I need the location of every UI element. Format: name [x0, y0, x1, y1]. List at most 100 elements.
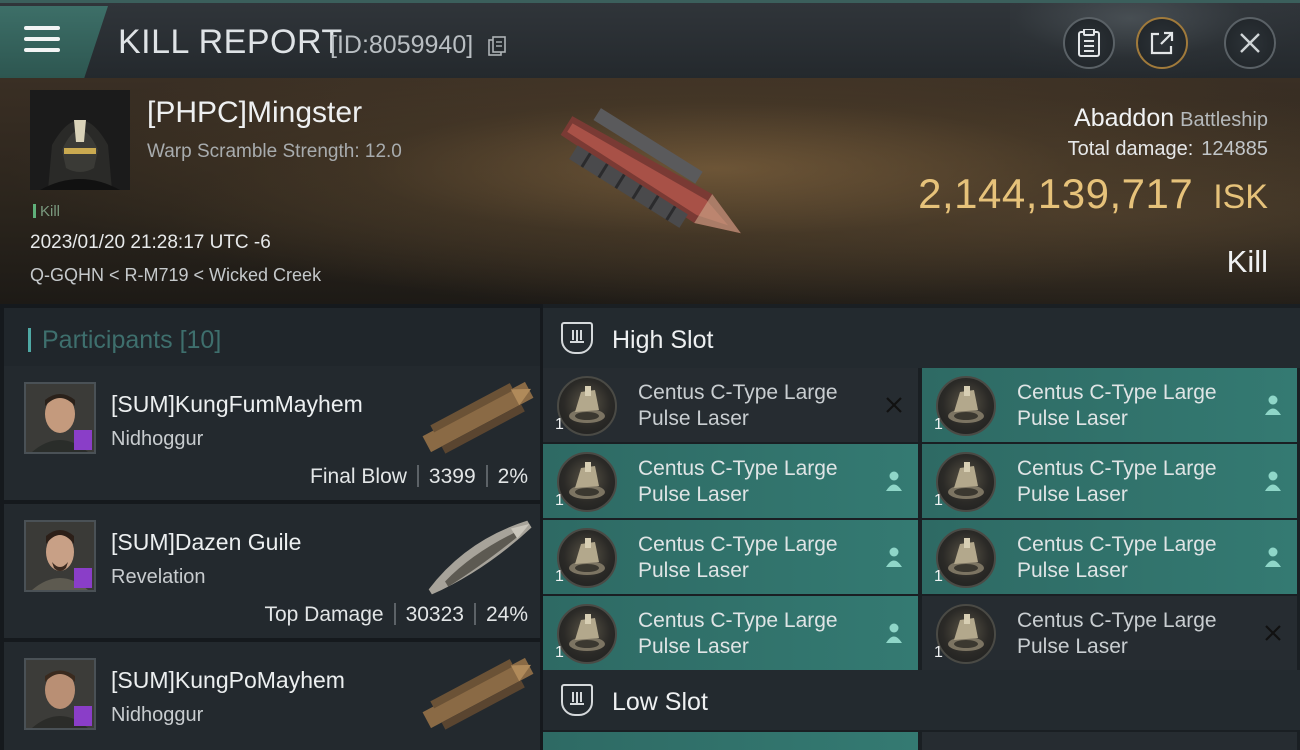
- isk-value: 2,144,139,717: [918, 170, 1194, 217]
- low-slot-module[interactable]: [543, 732, 918, 750]
- dropped-person-icon: [886, 547, 902, 567]
- info-badge-icon: [74, 430, 92, 450]
- victim-name[interactable]: [PHPC]Mingster: [147, 96, 362, 130]
- module-name-line1: Centus C-Type Large: [1017, 533, 1217, 556]
- dropped-person-icon: [886, 471, 902, 491]
- pulse-laser-icon: [936, 528, 996, 588]
- participants-panel: Participants [10] [SUM]KungFumMayhem Nid…: [0, 304, 540, 750]
- module-name-line1: Centus C-Type Large: [1017, 381, 1217, 404]
- dropped-person-icon: [886, 623, 902, 643]
- high-slot-icon: [561, 322, 593, 354]
- module-name: Centus C-Type Large Pulse Laser: [638, 608, 878, 660]
- low-slot-label: Low Slot: [612, 688, 708, 716]
- total-damage-row: Total damage: 124885: [1068, 138, 1268, 161]
- dropped-person-icon: [1265, 471, 1281, 491]
- hamburger-menu-icon: [24, 26, 60, 54]
- participant-ship: Nidhoggur: [111, 428, 204, 450]
- module-name-line2: Pulse Laser: [1017, 483, 1128, 506]
- kill-timestamp: 2023/01/20 21:28:17 UTC -6: [30, 232, 271, 253]
- module-quantity: 1: [934, 644, 943, 661]
- helmet-avatar-icon: [30, 90, 130, 190]
- info-badge-icon: [74, 568, 92, 588]
- low-slot-module[interactable]: [922, 732, 1297, 750]
- avatar: [24, 382, 96, 454]
- module-quantity: 1: [555, 568, 564, 585]
- share-button[interactable]: [1136, 17, 1188, 69]
- module-slot[interactable]: 1 Centus C-Type Large Pulse Laser: [543, 520, 918, 594]
- module-slot[interactable]: 1 Centus C-Type Large Pulse Laser: [543, 368, 918, 442]
- ship-type-row: Abaddon Battleship: [1074, 104, 1268, 133]
- participants-header: Participants [10]: [4, 308, 540, 366]
- damage-value: 30323: [405, 603, 464, 626]
- module-name-line1: Centus C-Type Large: [638, 381, 838, 404]
- info-badge-icon: [74, 706, 92, 726]
- copy-id-icon[interactable]: [488, 36, 506, 56]
- pulse-laser-icon: [936, 376, 996, 436]
- participant-name[interactable]: [SUM]KungPoMayhem: [111, 667, 345, 694]
- module-name: Centus C-Type Large Pulse Laser: [638, 456, 878, 508]
- battleship-image[interactable]: [540, 92, 770, 272]
- module-name-line1: Centus C-Type Large: [638, 533, 838, 556]
- module-name: Centus C-Type Large Pulse Laser: [1017, 532, 1257, 584]
- module-name-line1: Centus C-Type Large: [638, 457, 838, 480]
- participants-count: [10]: [179, 326, 222, 354]
- report-id: [ID:8059940]: [330, 31, 474, 59]
- page-title: KILL REPORT: [118, 23, 343, 61]
- module-name-line1: Centus C-Type Large: [1017, 457, 1217, 480]
- participant-row[interactable]: [SUM]Dazen Guile Revelation Top Damage 30…: [4, 504, 540, 638]
- module-quantity: 1: [934, 416, 943, 433]
- module-slot[interactable]: 1 Centus C-Type Large Pulse Laser: [543, 596, 918, 670]
- participant-row[interactable]: [SUM]KungPoMayhem Nidhoggur: [4, 642, 540, 750]
- participant-row[interactable]: [SUM]KungFumMayhem Nidhoggur Final Blow 3…: [4, 366, 540, 500]
- avatar: [24, 658, 96, 730]
- pulse-laser-icon: [557, 452, 617, 512]
- module-name-line1: Centus C-Type Large: [638, 609, 838, 632]
- carrier-ship-image: [422, 381, 534, 454]
- module-slot[interactable]: 1 Centus C-Type Large Pulse Laser: [543, 444, 918, 518]
- isk-value-row: 2,144,139,717 ISK: [918, 170, 1268, 218]
- ship-class: Battleship: [1180, 109, 1268, 131]
- stat-label: Top Damage: [264, 603, 384, 626]
- warp-scramble-strength: Warp Scramble Strength: 12.0: [147, 141, 402, 162]
- participant-name[interactable]: [SUM]Dazen Guile: [111, 529, 301, 556]
- module-quantity: 1: [555, 416, 564, 433]
- low-slot-header: Low Slot: [543, 670, 1300, 730]
- victim-banner: [PHPC]Mingster Warp Scramble Strength: 1…: [0, 78, 1300, 304]
- module-name-line2: Pulse Laser: [638, 559, 749, 582]
- ship-name[interactable]: Abaddon: [1074, 104, 1174, 132]
- kill-tag: Kill: [33, 203, 60, 220]
- pulse-laser-icon: [557, 604, 617, 664]
- total-damage-value: 124885: [1201, 138, 1268, 160]
- module-slot[interactable]: 1 Centus C-Type Large Pulse Laser: [922, 596, 1297, 670]
- module-slot[interactable]: 1 Centus C-Type Large Pulse Laser: [922, 520, 1297, 594]
- menu-button[interactable]: [0, 6, 108, 78]
- fittings-panel: High Slot 1 Centus C-Type Large Pulse Lase…: [543, 304, 1300, 750]
- damage-percent: 2%: [497, 465, 528, 488]
- kill-result: Kill: [1226, 244, 1268, 279]
- isk-unit: ISK: [1213, 178, 1268, 216]
- module-name-line1: Centus C-Type Large: [1017, 609, 1217, 632]
- module-slot[interactable]: 1 Centus C-Type Large Pulse Laser: [922, 444, 1297, 518]
- victim-portrait[interactable]: [30, 90, 130, 190]
- close-button[interactable]: [1224, 17, 1276, 69]
- module-quantity: 1: [555, 492, 564, 509]
- module-name-line2: Pulse Laser: [1017, 559, 1128, 582]
- pulse-laser-icon: [557, 376, 617, 436]
- low-slot-icon: [561, 684, 593, 716]
- participant-name[interactable]: [SUM]KungFumMayhem: [111, 391, 363, 418]
- module-name: Centus C-Type Large Pulse Laser: [1017, 608, 1257, 660]
- kill-location[interactable]: Q-GQHN < R-M719 < Wicked Creek: [30, 265, 321, 286]
- pulse-laser-icon: [936, 604, 996, 664]
- participant-stats: Top Damage 30323 24%: [264, 603, 528, 627]
- module-slot[interactable]: 1 Centus C-Type Large Pulse Laser: [922, 368, 1297, 442]
- participants-title: Participants [10]: [42, 326, 221, 355]
- dreadnought-ship-image: [428, 520, 532, 595]
- module-quantity: 1: [555, 644, 564, 661]
- participants-label: Participants: [42, 326, 173, 354]
- module-name-line2: Pulse Laser: [1017, 407, 1128, 430]
- module-name-line2: Pulse Laser: [1017, 635, 1128, 658]
- participant-ship: Nidhoggur: [111, 704, 204, 726]
- participants-header-bar: [28, 328, 31, 352]
- damage-percent: 24%: [485, 603, 528, 626]
- clipboard-button[interactable]: [1063, 17, 1115, 69]
